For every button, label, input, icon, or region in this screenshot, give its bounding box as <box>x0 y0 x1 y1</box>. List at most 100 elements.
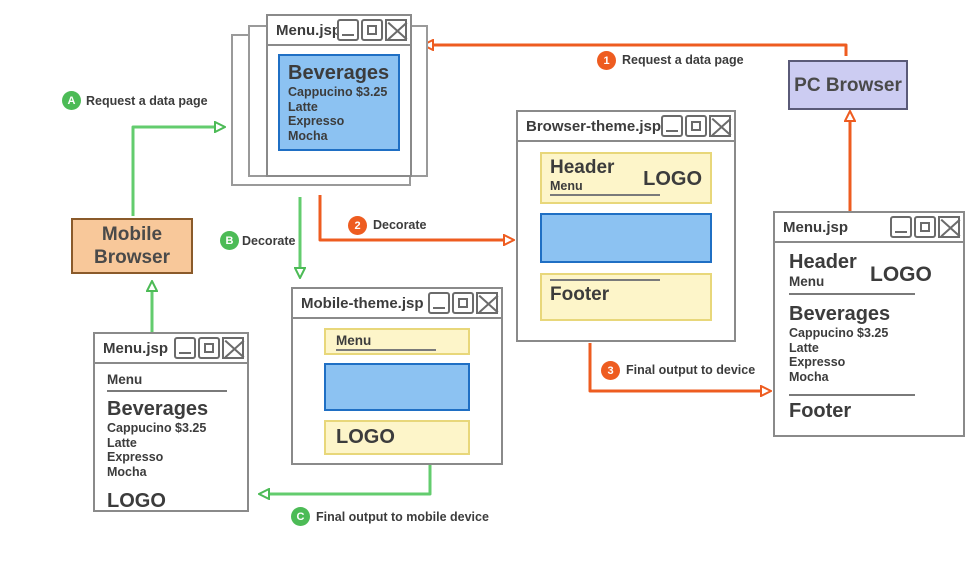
step-badge-1: 1 <box>597 51 616 70</box>
step-badge-c: C <box>291 507 310 526</box>
titlebar[interactable]: Browser-theme.jsp <box>518 112 734 142</box>
step-badge-a: A <box>62 91 81 110</box>
beverage-item: Latte <box>107 435 137 450</box>
beverage-item: Latte <box>288 99 318 114</box>
window-body: Beverages Cappucino $3.25 Latte Expresso… <box>268 46 410 159</box>
window-mobile-theme-jsp[interactable]: Mobile-theme.jsp Menu LOGO <box>291 287 503 465</box>
maximize-icon[interactable] <box>914 216 936 238</box>
window-title: Browser-theme.jsp <box>526 117 662 135</box>
footer-divider <box>789 394 915 396</box>
maximize-icon[interactable] <box>452 292 474 314</box>
step-label-1: Request a data page <box>622 53 744 67</box>
window-controls[interactable] <box>661 115 732 137</box>
logo-label: LOGO <box>870 263 932 286</box>
window-title: Menu.jsp <box>103 339 169 357</box>
beverage-item: Latte <box>789 340 819 355</box>
step-label-b: Decorate <box>242 234 296 248</box>
theme-content-placeholder <box>324 363 470 411</box>
theme-header-block: Header Menu LOGO <box>540 152 712 204</box>
theme-content-placeholder <box>540 213 712 263</box>
titlebar[interactable]: Menu.jsp <box>775 213 963 243</box>
beverages-heading: Beverages <box>107 398 209 420</box>
beverages-heading: Beverages <box>288 62 390 84</box>
close-icon[interactable] <box>476 292 499 314</box>
titlebar[interactable]: Mobile-theme.jsp <box>293 289 501 319</box>
close-icon[interactable] <box>222 337 245 359</box>
logo-label: LOGO <box>107 490 166 512</box>
theme-menu-block: Menu <box>324 328 470 355</box>
minimize-icon[interactable] <box>890 216 912 238</box>
window-source-menu-jsp[interactable]: Menu.jsp Beverages Cappucino $3.25 Latte… <box>266 14 412 177</box>
window-title: Menu.jsp <box>276 21 342 39</box>
window-controls[interactable] <box>337 19 408 41</box>
beverage-item: Mocha <box>107 464 147 479</box>
menu-label: Menu <box>336 333 372 348</box>
step-badge-3-text: 3 <box>607 364 614 377</box>
window-browser-theme-jsp[interactable]: Browser-theme.jsp Header Menu LOGO Foote… <box>516 110 736 342</box>
minimize-icon[interactable] <box>337 19 359 41</box>
minimize-icon[interactable] <box>174 337 196 359</box>
titlebar[interactable]: Menu.jsp <box>95 334 247 364</box>
beverage-item: Mocha <box>789 369 829 384</box>
maximize-icon[interactable] <box>361 19 383 41</box>
step-badge-a-text: A <box>67 94 76 107</box>
node-mobile-browser-label-line2: Browser <box>93 247 171 268</box>
footer-divider <box>550 279 660 281</box>
step-label-c: Final output to mobile device <box>316 510 489 524</box>
step-label-a: Request a data page <box>86 94 208 108</box>
beverage-item: Cappucino $3.25 <box>107 421 207 435</box>
window-pc-output-menu-jsp[interactable]: Menu.jsp Header Menu LOGO Beverages Capp… <box>773 211 965 437</box>
beverage-item: Cappucino $3.25 <box>789 326 889 340</box>
footer-heading: Footer <box>550 284 610 305</box>
maximize-icon[interactable] <box>685 115 707 137</box>
window-mobile-output-menu-jsp[interactable]: Menu.jsp Menu Beverages Cappucino $3.25 … <box>93 332 249 512</box>
step-badge-c-text: C <box>296 510 305 523</box>
menu-divider <box>336 349 436 351</box>
window-controls[interactable] <box>428 292 499 314</box>
window-body: Menu Beverages Cappucino $3.25 Latte Exp… <box>95 364 247 521</box>
menu-divider <box>107 390 227 392</box>
arrow-step-c <box>260 465 432 494</box>
step-badge-3: 3 <box>601 361 620 380</box>
beverage-item: Mocha <box>288 128 328 143</box>
step-label-3: Final output to device <box>626 363 756 377</box>
logo-label: LOGO <box>336 426 395 448</box>
theme-logo-block: LOGO <box>324 420 470 455</box>
menu-label: Menu <box>107 372 143 387</box>
node-mobile-browser[interactable]: Mobile Browser <box>71 218 193 274</box>
content-block-beverages: Beverages Cappucino $3.25 Latte Expresso… <box>278 54 400 151</box>
header-logo: LOGO <box>643 168 702 190</box>
step-badge-1-text: 1 <box>603 54 610 67</box>
maximize-icon[interactable] <box>198 337 220 359</box>
step-badge-2: 2 <box>348 216 367 235</box>
minimize-icon[interactable] <box>661 115 683 137</box>
step-badge-b: B <box>220 231 239 250</box>
close-icon[interactable] <box>385 19 408 41</box>
node-pc-browser-label: PC Browser <box>794 74 902 96</box>
step-badge-2-text: 2 <box>354 219 361 232</box>
beverage-item: Expresso <box>288 114 345 128</box>
step-badge-b-text: B <box>225 234 234 247</box>
window-title: Menu.jsp <box>783 218 849 236</box>
node-pc-browser[interactable]: PC Browser <box>788 60 908 110</box>
step-label-2: Decorate <box>373 218 427 232</box>
diagram-canvas: Menu.jsp Beverages Cappucino $3.25 Latte… <box>0 0 974 562</box>
minimize-icon[interactable] <box>428 292 450 314</box>
window-body: Header Menu LOGO Footer <box>518 142 734 331</box>
window-body: Menu LOGO <box>293 319 501 464</box>
window-controls[interactable] <box>174 337 245 359</box>
theme-footer-block: Footer <box>540 273 712 321</box>
header-divider <box>550 194 660 196</box>
beverages-heading: Beverages <box>789 303 891 325</box>
window-controls[interactable] <box>890 216 961 238</box>
close-icon[interactable] <box>938 216 961 238</box>
node-mobile-browser-label-line1: Mobile <box>101 224 163 245</box>
window-body: Header Menu LOGO Beverages Cappucino $3.… <box>775 243 963 431</box>
titlebar[interactable]: Menu.jsp <box>268 16 410 46</box>
window-title: Mobile-theme.jsp <box>301 294 424 312</box>
header-divider <box>789 293 915 295</box>
beverage-item: Expresso <box>789 355 846 369</box>
footer-heading: Footer <box>789 400 852 422</box>
beverage-item: Expresso <box>107 450 164 464</box>
close-icon[interactable] <box>709 115 732 137</box>
